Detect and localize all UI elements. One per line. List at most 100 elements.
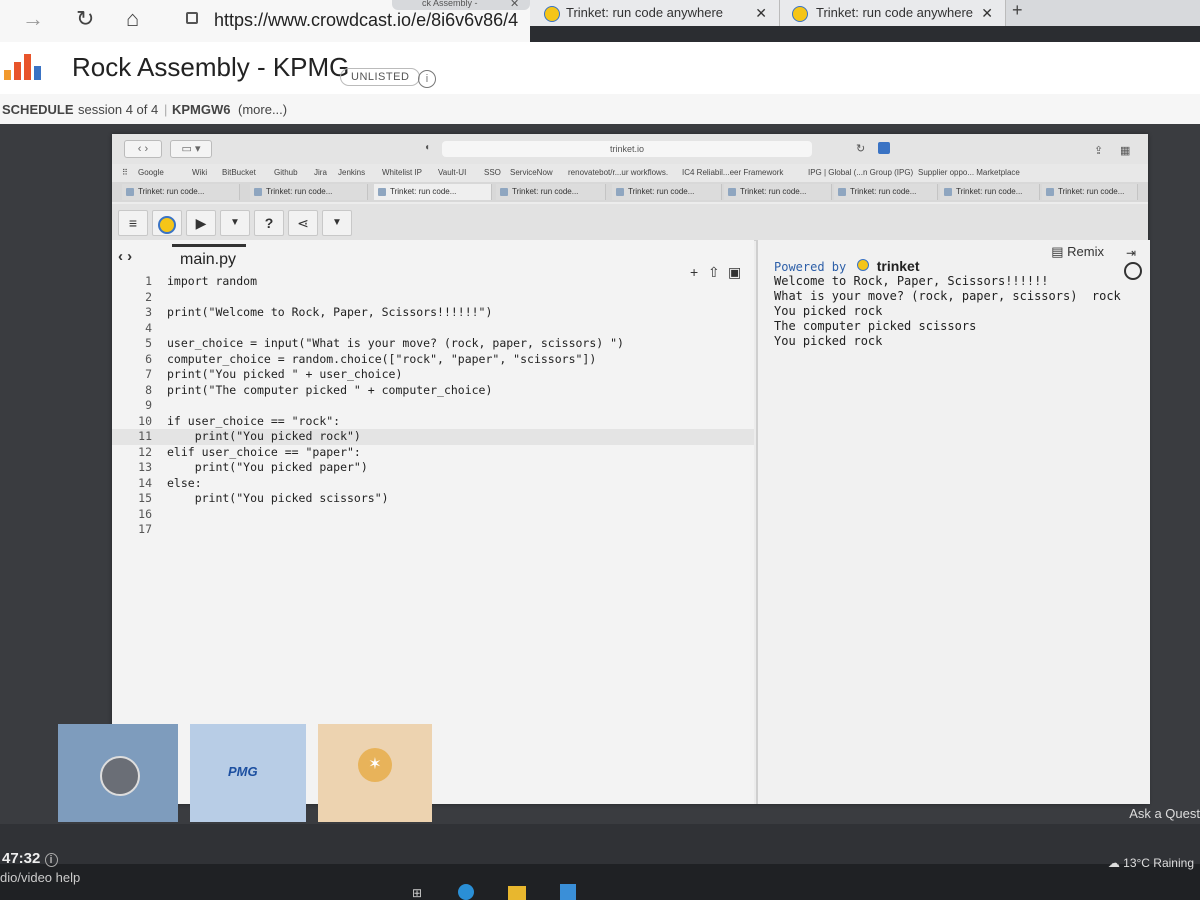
trinket-favicon-icon — [1046, 188, 1054, 196]
crowdcast-logo-icon — [0, 50, 50, 80]
back-forward-icon[interactable]: ‹ › — [124, 140, 162, 158]
output-lines: Welcome to Rock, Paper, Scissors!!!!!! W… — [774, 274, 1121, 349]
bookmark-item[interactable]: SSO — [484, 168, 501, 177]
code-line: 8 print("The computer picked " + computer… — [145, 382, 493, 397]
bookmark-item[interactable]: Google — [138, 168, 164, 177]
trinket-favicon-icon — [500, 188, 508, 196]
audio-video-help-link[interactable]: dio/video help — [0, 870, 80, 885]
output-line: You picked rock — [774, 334, 883, 348]
inner-tab[interactable]: Trinket: run code... — [724, 184, 832, 200]
bookmark-item[interactable]: Supplier oppo... Marketplace — [918, 168, 1020, 177]
run-options-chevron-icon[interactable]: ▼ — [220, 210, 250, 236]
bookmark-item[interactable]: IPG | Global (...n Group (IPG) — [808, 168, 913, 177]
ask-question-button[interactable]: Ask a Quest — [1129, 806, 1200, 821]
divider: | — [164, 102, 168, 117]
help-button[interactable]: ? — [254, 210, 284, 236]
inner-tab[interactable]: Trinket: run code... — [250, 184, 368, 200]
bookmark-item[interactable]: Jenkins — [338, 168, 365, 177]
kpmg-logo: PMG — [228, 764, 258, 779]
bookmark-item[interactable]: Github — [274, 168, 298, 177]
bookmark-item[interactable]: renovatebot/r...ur workflows. — [568, 168, 668, 177]
new-tab-icon[interactable]: + — [1012, 0, 1023, 21]
edge-icon[interactable] — [458, 884, 474, 900]
code-line: 5 user_choice = input("What is your move?… — [145, 336, 624, 350]
menu-icon[interactable]: ≡ — [118, 210, 148, 236]
sidebar-icon[interactable]: ▭ ▾ — [170, 140, 212, 158]
trinket-favicon-icon — [838, 188, 846, 196]
code-line-current: 11 print("You picked rock") — [112, 429, 754, 445]
more-options-chevron-icon[interactable]: ▼ — [322, 210, 352, 236]
url-field[interactable]: https://www.crowdcast.io/e/8i6v6v86/4 — [214, 10, 518, 31]
event-code: KPMGW6 — [172, 102, 231, 117]
bookmark-item[interactable]: Wiki — [192, 168, 207, 177]
inner-tab[interactable]: Trinket: run code... — [496, 184, 606, 200]
outer-tab-trinket-1[interactable]: Trinket: run code anywhere ✕ — [530, 0, 780, 26]
run-button[interactable]: ▶ — [186, 210, 216, 236]
store-icon[interactable] — [560, 884, 576, 900]
safari-toolbar: ‹ › ▭ ▾ ◖ trinket.io ↻ ⇪ ▦ — [112, 134, 1148, 164]
inner-tab[interactable]: Trinket: run code... — [940, 184, 1040, 200]
bookmarks-bar: ⠿ Google Wiki BitBucket Github Jira Jenk… — [112, 164, 1148, 182]
info-icon[interactable]: i — [418, 70, 436, 88]
share-icon[interactable]: ⋖ — [288, 210, 318, 236]
trinket-logo-icon[interactable] — [152, 210, 182, 236]
bookmark-item[interactable]: Jira — [314, 168, 327, 177]
output-console[interactable]: ▤ Remix ⇥ Powered by trinket Welcome to … — [756, 240, 1150, 804]
close-tab-icon[interactable]: ✕ — [755, 0, 767, 26]
trinket-favicon-icon — [728, 188, 736, 196]
info-icon[interactable]: i — [44, 853, 58, 867]
reload-icon[interactable]: ↻ — [76, 6, 94, 32]
extension-icon[interactable] — [878, 142, 890, 154]
more-link[interactable]: (more...) — [238, 102, 287, 117]
schedule-label[interactable]: SCHEDULE — [2, 102, 74, 117]
inner-address-bar[interactable]: trinket.io — [442, 141, 812, 157]
tabs-overview-icon[interactable]: ▦ — [1120, 144, 1130, 157]
code-line: 9 — [145, 398, 152, 412]
bird-logo-icon: ✶ — [358, 748, 392, 782]
bookmark-item[interactable]: ServiceNow — [510, 168, 553, 177]
remix-button[interactable]: ▤ Remix — [1051, 244, 1104, 260]
home-icon[interactable]: ⌂ — [126, 6, 139, 32]
inner-tab[interactable]: Trinket: run code... — [122, 184, 240, 200]
code-line: 1 import random — [145, 274, 258, 288]
bookmark-item[interactable]: IC4 Reliabil...eer Framework — [682, 168, 783, 177]
share-icon[interactable]: ⇪ — [1094, 144, 1103, 157]
shield-icon: ◖ — [424, 142, 431, 153]
bookmark-item[interactable]: Whitelist IP — [382, 168, 422, 177]
inner-tab[interactable]: Trinket: run code... — [1042, 184, 1138, 200]
stop-icon[interactable] — [1124, 262, 1142, 280]
code-line: 16 — [138, 506, 152, 521]
back-arrow-icon[interactable]: → — [22, 6, 44, 32]
weather-widget[interactable]: ☁ 13°C Raining — [1108, 856, 1194, 870]
code-line: 7 print("You picked " + user_choice) — [145, 367, 403, 381]
close-tab-icon[interactable]: ✕ — [510, 0, 519, 10]
code-editor[interactable]: ‹ › main.py + ⇧ ▣ 1 import random 2 3 prin… — [112, 240, 754, 804]
bookmark-item[interactable]: BitBucket — [222, 168, 256, 177]
output-line: The computer picked scissors — [774, 319, 977, 333]
collapse-arrows-icon[interactable]: ‹ › — [118, 248, 132, 265]
reload-icon[interactable]: ↻ — [856, 142, 865, 155]
trinket-toolbar: ≡ ▶ ▼ ? ⋖ ▼ — [112, 204, 1148, 241]
outer-tab-trinket-2[interactable]: Trinket: run code anywhere ✕ — [780, 0, 1006, 26]
inner-tab-bar: Trinket: run code... Trinket: run code..… — [112, 182, 1148, 202]
file-tab-main[interactable]: main.py — [172, 244, 247, 271]
code-line: 17 — [138, 522, 152, 536]
apps-icon[interactable]: ⠿ — [122, 168, 128, 177]
expand-icon[interactable]: ⇥ — [1126, 246, 1136, 260]
inner-tab[interactable]: Trinket: run code... — [612, 184, 722, 200]
code-line: 6 computer_choice = random.choice(["rock"… — [145, 351, 597, 366]
outer-tab-label: Trinket: run code anywhere — [816, 5, 974, 20]
bookmark-item[interactable]: Vault-UI — [438, 168, 466, 177]
inner-tab[interactable]: Trinket: run code... — [834, 184, 938, 200]
code-line: 13 print("You picked paper") — [138, 460, 368, 474]
inner-tab-active[interactable]: Trinket: run code... — [374, 184, 492, 200]
close-tab-icon[interactable]: ✕ — [981, 0, 993, 26]
file-explorer-icon[interactable] — [508, 886, 526, 900]
code-line: 4 — [145, 320, 152, 335]
outer-tab-label: Trinket: run code anywhere — [566, 5, 724, 20]
task-view-icon[interactable]: ⊞ — [412, 886, 422, 900]
code-lines: 1 import random 2 3 print("Welcome to Rock… — [112, 274, 754, 538]
trinket-favicon-icon — [792, 6, 808, 22]
outer-tab-label: ck Assembly - — [422, 0, 478, 8]
trinket-favicon-icon — [126, 188, 134, 196]
